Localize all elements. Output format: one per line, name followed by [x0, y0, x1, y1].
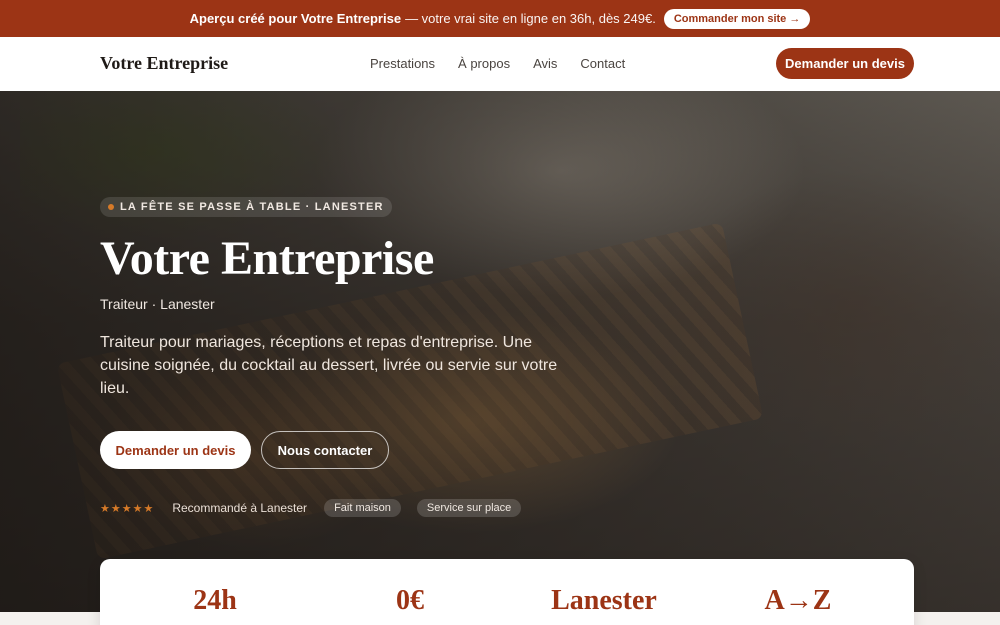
hero-section: LA FÊTE SE PASSE À TABLE · LANESTER Votr…: [0, 91, 1000, 612]
stat-location: Lanester: [551, 585, 657, 616]
eyebrow-text: LA FÊTE SE PASSE À TABLE · LANESTER: [120, 201, 384, 213]
promo-text: — votre vrai site en ligne en 36h, dès 2…: [405, 11, 656, 26]
nav-link-avis[interactable]: Avis: [533, 56, 557, 71]
hero-title: Votre Entreprise: [100, 232, 434, 285]
eyebrow-dot-icon: [108, 204, 114, 210]
nav-link-a-propos[interactable]: À propos: [458, 56, 510, 71]
nav-links: Prestations À propos Avis Contact: [370, 56, 648, 71]
nav-quote-button[interactable]: Demander un devis: [776, 48, 914, 79]
brand-logo[interactable]: Votre Entreprise: [100, 53, 228, 74]
order-site-button[interactable]: Commander mon site →: [663, 8, 811, 29]
hero-eyebrow: LA FÊTE SE PASSE À TABLE · LANESTER: [100, 197, 392, 217]
promo-bold-text: Aperçu créé pour Votre Entreprise: [189, 11, 402, 26]
navbar: Votre Entreprise Prestations À propos Av…: [0, 37, 1000, 91]
hero-subtitle: Traiteur · Lanester: [100, 296, 215, 312]
hero-description: Traiteur pour mariages, réceptions et re…: [100, 334, 558, 397]
rating-stars-icon: ★★★★★: [100, 502, 155, 515]
stat-price: 0€: [396, 585, 424, 616]
promo-bar: Aperçu créé pour Votre Entreprise — votr…: [0, 0, 1000, 37]
recommended-text: Recommandé à Lanester: [172, 501, 308, 515]
trust-row: ★★★★★ Recommandé à Lanester Fait maison …: [100, 499, 537, 517]
nav-link-contact[interactable]: Contact: [580, 56, 625, 71]
stats-card: 24h 0€ Lanester A→Z: [100, 559, 914, 625]
hero-contact-button[interactable]: Nous contacter: [261, 431, 389, 469]
stat-delay: 24h: [193, 585, 237, 616]
hero-quote-button[interactable]: Demander un devis: [100, 431, 251, 469]
nav-link-prestations[interactable]: Prestations: [370, 56, 435, 71]
stat-a-to-z: A→Z: [764, 585, 832, 616]
tag-service-sur-place: Service sur place: [416, 499, 522, 517]
tag-fait-maison: Fait maison: [324, 499, 401, 517]
